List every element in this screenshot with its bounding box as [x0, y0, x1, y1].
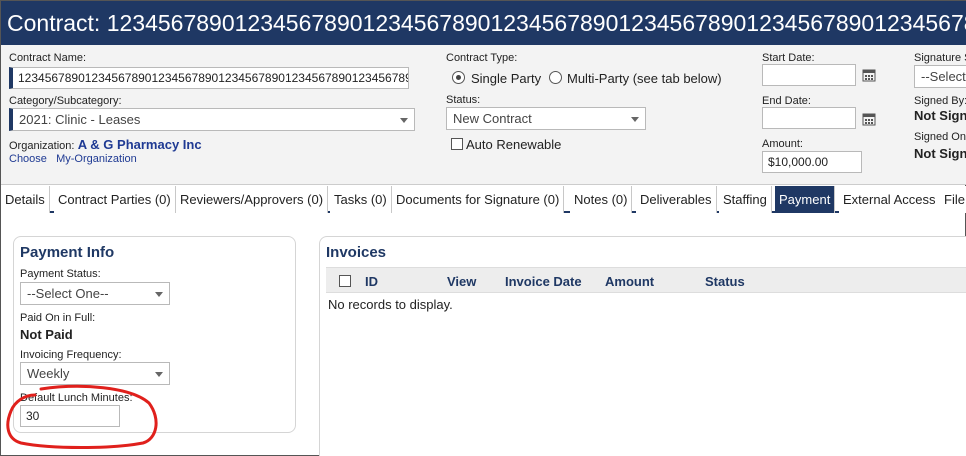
page-title: Contract: 123456789012345678901234567890…: [7, 10, 966, 36]
amount-label: Amount:: [762, 138, 803, 150]
tab-notes[interactable]: Notes (0): [570, 186, 633, 213]
multi-party-label: Multi-Party (see tab below): [567, 71, 722, 86]
calendar-icon[interactable]: [862, 68, 876, 82]
chevron-down-icon: [400, 118, 408, 123]
contract-name-input[interactable]: 1234567890123456789012345678901234567890…: [9, 67, 409, 89]
signature-label: Signature S: [914, 52, 966, 64]
multi-party-radio[interactable]: [549, 71, 562, 84]
end-date-label: End Date:: [762, 95, 811, 107]
contract-type-label: Contract Type:: [446, 52, 518, 64]
default-lunch-minutes-input[interactable]: 30: [20, 405, 120, 427]
tab-reviewers-approvers[interactable]: Reviewers/Approvers (0): [176, 186, 329, 213]
my-organization-link[interactable]: My-Organization: [56, 153, 137, 165]
tab-file[interactable]: File: [940, 186, 966, 213]
tab-tasks[interactable]: Tasks (0): [330, 186, 392, 213]
payment-status-select[interactable]: --Select One--: [20, 282, 170, 305]
status-value: New Contract: [453, 111, 532, 126]
payment-status-value: --Select One--: [27, 286, 109, 301]
signed-on-value: Not Sign: [914, 146, 966, 161]
auto-renewable-label: Auto Renewable: [466, 137, 562, 152]
paid-in-full-value: Not Paid: [20, 327, 73, 342]
organization-label: Organization:: [9, 140, 75, 152]
signed-on-label: Signed On:: [914, 131, 966, 143]
start-date-input[interactable]: [762, 64, 856, 86]
signature-select[interactable]: --Select: [914, 65, 966, 88]
payment-status-label: Payment Status:: [20, 268, 101, 280]
chevron-down-icon: [631, 117, 639, 122]
end-date-input[interactable]: [762, 107, 856, 129]
category-value: 2021: Clinic - Leases: [19, 112, 141, 127]
contract-title-bar: Contract: 123456789012345678901234567890…: [1, 1, 966, 45]
invoices-title: Invoices: [326, 244, 387, 261]
choose-link[interactable]: Choose: [9, 153, 47, 165]
signed-by-label: Signed By:: [914, 95, 966, 107]
status-select[interactable]: New Contract: [446, 107, 646, 130]
organization-links: Choose My-Organization: [9, 153, 137, 165]
chevron-down-icon: [155, 292, 163, 297]
tab-payment[interactable]: Payment: [775, 186, 836, 213]
category-select[interactable]: 2021: Clinic - Leases: [9, 108, 415, 131]
calendar-icon[interactable]: [862, 112, 876, 126]
start-date-label: Start Date:: [762, 52, 815, 64]
contract-name-label: Contract Name:: [9, 52, 87, 64]
paid-in-full-label: Paid On in Full:: [20, 312, 96, 324]
status-label: Status:: [446, 94, 481, 106]
tab-deliverables[interactable]: Deliverables: [636, 186, 717, 213]
default-lunch-minutes-label: Default Lunch Minutes:: [20, 392, 133, 404]
organization-row: Organization: A & G Pharmacy Inc: [9, 137, 202, 152]
invoicing-frequency-value: Weekly: [27, 366, 70, 381]
tab-external-access[interactable]: External Access: [839, 186, 941, 213]
category-label: Category/Subcategory:: [9, 95, 122, 107]
single-party-radio[interactable]: [452, 71, 465, 84]
signed-by-value: Not Sign: [914, 108, 966, 123]
column-amount[interactable]: Amount: [605, 274, 654, 289]
invoices-empty-message: No records to display.: [328, 297, 453, 312]
select-all-checkbox[interactable]: [339, 275, 351, 287]
column-status[interactable]: Status: [705, 274, 745, 289]
column-id[interactable]: ID: [365, 274, 378, 289]
auto-renewable-checkbox[interactable]: [451, 138, 463, 150]
organization-name[interactable]: A & G Pharmacy Inc: [78, 137, 202, 152]
chevron-down-icon: [155, 372, 163, 377]
invoices-grid-header: ID View Invoice Date Amount Status: [326, 267, 966, 293]
signature-value: --Select: [921, 69, 966, 84]
invoicing-frequency-select[interactable]: Weekly: [20, 362, 170, 385]
tab-contract-parties[interactable]: Contract Parties (0): [54, 186, 176, 213]
single-party-label: Single Party: [471, 71, 542, 86]
tab-documents-for-signature[interactable]: Documents for Signature (0): [392, 186, 565, 213]
tab-staffing[interactable]: Staffing: [719, 186, 772, 213]
column-view[interactable]: View: [447, 274, 476, 289]
tab-details[interactable]: Details: [1, 186, 50, 213]
contract-form: Contract Name: 1234567890123456789012345…: [1, 45, 966, 185]
amount-input[interactable]: $10,000.00: [762, 151, 862, 173]
column-invoice-date[interactable]: Invoice Date: [505, 274, 582, 289]
contract-tabs: Details Contract Parties (0) Reviewers/A…: [1, 186, 966, 213]
invoicing-frequency-label: Invoicing Frequency:: [20, 349, 122, 361]
payment-info-title: Payment Info: [20, 244, 115, 261]
